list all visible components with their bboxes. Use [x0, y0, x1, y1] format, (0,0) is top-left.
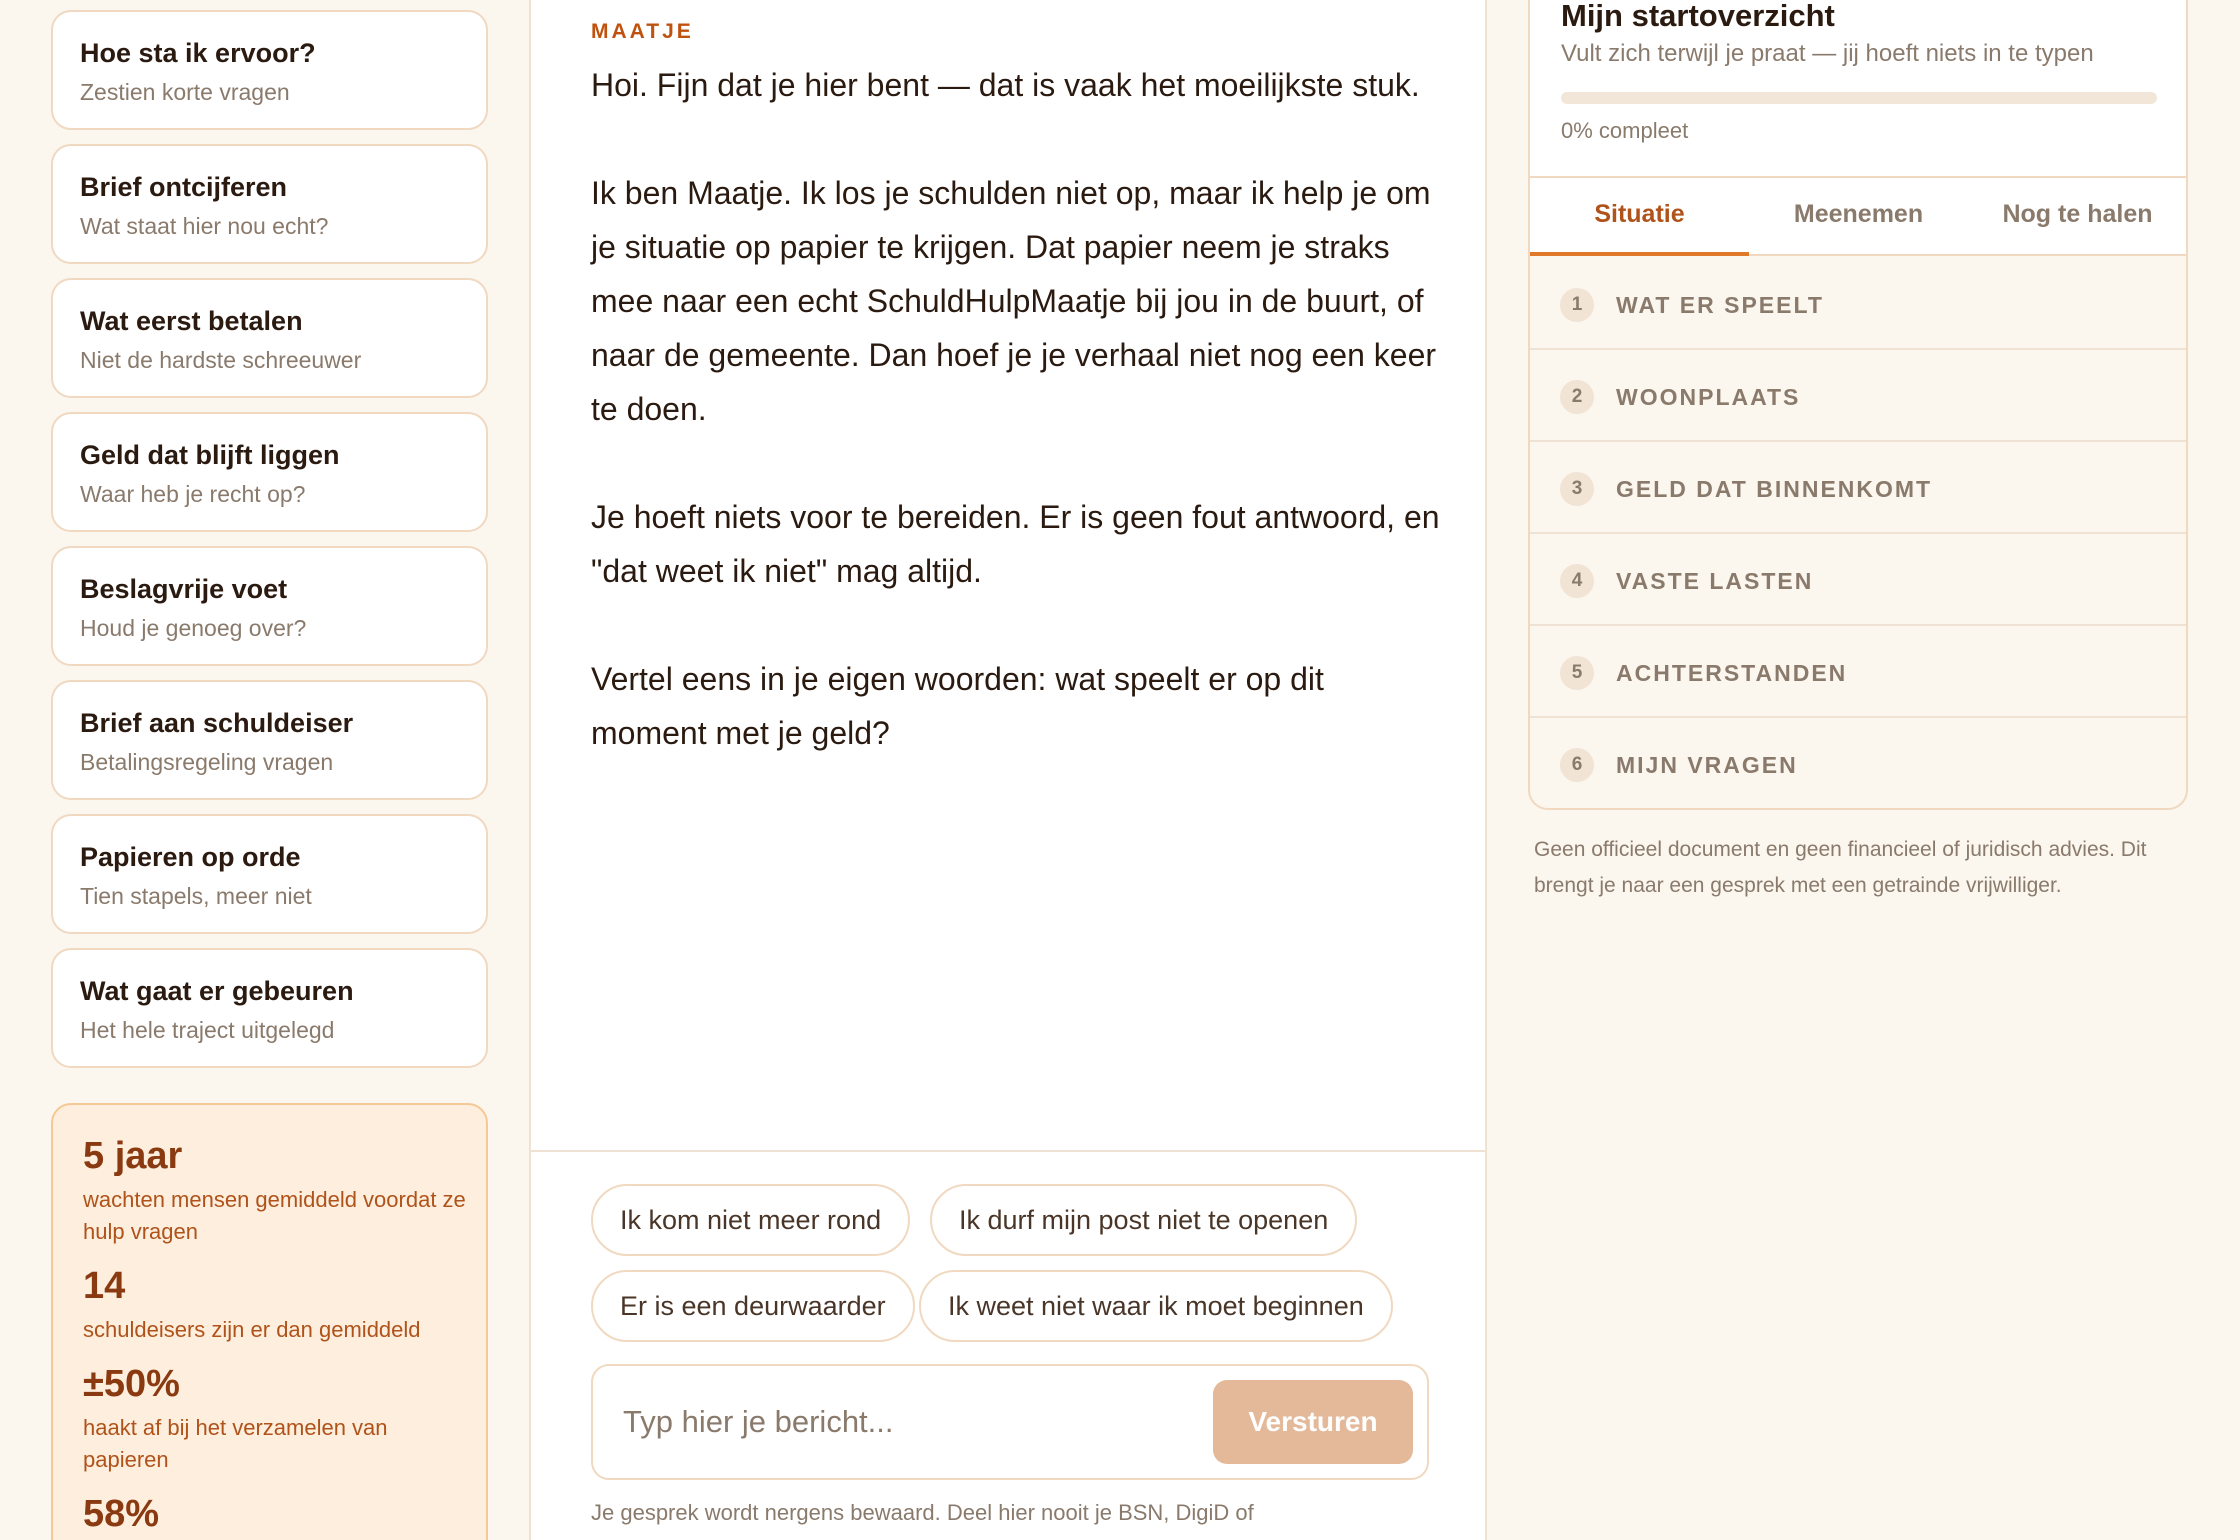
- message-sender: MAATJE: [591, 20, 694, 43]
- overview-title: Mijn startoverzicht: [1561, 0, 1835, 33]
- section-number: 2: [1560, 380, 1594, 414]
- tab-nog-te-halen[interactable]: Nog te halen: [1968, 178, 2187, 256]
- sidebar-item-title: Geld dat blijft liggen: [80, 440, 340, 470]
- sidebar-item-title: Wat eerst betalen: [80, 306, 303, 336]
- sidebar-item-subtitle: Tien stapels, meer niet: [80, 883, 312, 909]
- section-label: ACHTERSTANDEN: [1616, 660, 1848, 686]
- sidebar-item-subtitle: Houd je genoeg over?: [80, 615, 307, 641]
- stat-value: 58%: [83, 1493, 160, 1535]
- sidebar-item-subtitle: Waar heb je recht op?: [80, 481, 306, 507]
- section-row[interactable]: 6 MIJN VRAGEN: [1530, 718, 2186, 810]
- sidebar-item-beslagvrije-voet[interactable]: Beslagvrije voet Houd je genoeg over?: [51, 546, 488, 666]
- sidebar-item-title: Wat gaat er gebeuren: [80, 976, 354, 1006]
- sidebar-item-subtitle: Het hele traject uitgelegd: [80, 1017, 335, 1043]
- assistant-message: Hoi. Fijn dat je hier bent — dat is vaak…: [591, 58, 1441, 814]
- section-row[interactable]: 3 GELD DAT BINNENKOMT: [1530, 442, 2186, 534]
- section-number: 4: [1560, 564, 1594, 598]
- section-row[interactable]: 5 ACHTERSTANDEN: [1530, 626, 2186, 718]
- overview-box: Situatie Meenemen Nog te halen 1 WAT ER …: [1528, 176, 2188, 810]
- divider: [531, 1150, 1485, 1152]
- tab-situatie[interactable]: Situatie: [1530, 178, 1749, 256]
- section-label: VASTE LASTEN: [1616, 568, 1814, 594]
- suggestion-chip[interactable]: Ik weet niet waar ik moet beginnen: [919, 1270, 1393, 1342]
- sidebar-item-geld-dat-blijft-liggen[interactable]: Geld dat blijft liggen Waar heb je recht…: [51, 412, 488, 532]
- sidebar-item-brief-aan-schuldeiser[interactable]: Brief aan schuldeiser Betalingsregeling …: [51, 680, 488, 800]
- sidebar-item-wat-gaat-er-gebeuren[interactable]: Wat gaat er gebeuren Het hele traject ui…: [51, 948, 488, 1068]
- section-label: WAT ER SPEELT: [1616, 292, 1824, 318]
- stat-item: 14 schuldeisers zijn er dan gemiddeld: [83, 1265, 473, 1346]
- section-number: 5: [1560, 656, 1594, 690]
- section-row[interactable]: 1 WAT ER SPEELT: [1530, 258, 2186, 350]
- chat-panel: MAATJE Hoi. Fijn dat je hier bent — dat …: [529, 0, 1487, 1540]
- stat-label: schuldeisers zijn er dan gemiddeld: [83, 1317, 421, 1342]
- stat-item: 58%: [83, 1493, 159, 1536]
- sidebar-item-title: Papieren op orde: [80, 842, 301, 872]
- sidebar-item-subtitle: Niet de hardste schreeuwer: [80, 347, 362, 373]
- disclaimer: Geen officieel document en geen financie…: [1534, 838, 2147, 897]
- section-row[interactable]: 4 VASTE LASTEN: [1530, 534, 2186, 626]
- section-number: 1: [1560, 288, 1594, 322]
- tab-meenemen[interactable]: Meenemen: [1749, 178, 1968, 256]
- sidebar-item-hoe-sta-ik-ervoor[interactable]: Hoe sta ik ervoor? Zestien korte vragen: [51, 10, 488, 130]
- section-label: GELD DAT BINNENKOMT: [1616, 476, 1933, 502]
- message-composer: Versturen: [591, 1364, 1429, 1480]
- message-paragraph: Je hoeft niets voor te bereiden. Er is g…: [591, 499, 1440, 589]
- section-label: WOONPLAATS: [1616, 384, 1801, 410]
- suggestion-chip[interactable]: Ik kom niet meer rond: [591, 1184, 911, 1256]
- section-label: MIJN VRAGEN: [1616, 752, 1798, 778]
- stat-item: 5 jaar wachten mensen gemiddeld voordat …: [83, 1135, 473, 1248]
- message-paragraph: Ik ben Maatje. Ik los je schulden niet o…: [591, 175, 1437, 427]
- sidebar-item-title: Beslagvrije voet: [80, 574, 288, 604]
- section-row[interactable]: 2 WOONPLAATS: [1530, 350, 2186, 442]
- sidebar-item-subtitle: Betalingsregeling vragen: [80, 749, 334, 775]
- stat-value: ±50%: [83, 1363, 180, 1405]
- message-paragraph: Hoi. Fijn dat je hier bent — dat is vaak…: [591, 67, 1420, 103]
- send-button[interactable]: Versturen: [1213, 1380, 1413, 1464]
- stat-label: haakt af bij het verzamelen van papieren: [83, 1415, 388, 1472]
- sidebar-item-subtitle: Wat staat hier nou echt?: [80, 213, 329, 239]
- suggestion-chip[interactable]: Er is een deurwaarder: [591, 1270, 915, 1342]
- sidebar-item-papieren-op-orde[interactable]: Papieren op orde Tien stapels, meer niet: [51, 814, 488, 934]
- message-paragraph: Vertel eens in je eigen woorden: wat spe…: [591, 661, 1324, 751]
- suggestion-chip[interactable]: Ik durf mijn post niet te openen: [930, 1184, 1358, 1256]
- stat-value: 5 jaar: [83, 1135, 183, 1177]
- stat-label: wachten mensen gemiddeld voordat ze hulp…: [83, 1187, 466, 1244]
- message-input[interactable]: [623, 1394, 1183, 1450]
- progress-label: 0% compleet: [1561, 118, 1689, 143]
- tab-bar: Situatie Meenemen Nog te halen: [1530, 178, 2186, 256]
- sidebar-item-subtitle: Zestien korte vragen: [80, 79, 290, 105]
- section-number: 3: [1560, 472, 1594, 506]
- sidebar-item-brief-ontcijferen[interactable]: Brief ontcijferen Wat staat hier nou ech…: [51, 144, 488, 264]
- overview-subtitle: Vult zich terwijl je praat — jij hoeft n…: [1561, 40, 2094, 67]
- stat-value: 14: [83, 1265, 126, 1307]
- section-number: 6: [1560, 748, 1594, 782]
- sidebar-item-title: Brief aan schuldeiser: [80, 708, 354, 738]
- sidebar-item-title: Hoe sta ik ervoor?: [80, 38, 316, 68]
- sidebar-item-title: Brief ontcijferen: [80, 172, 288, 202]
- privacy-note: Je gesprek wordt nergens bewaard. Deel h…: [591, 1500, 1254, 1525]
- overview-header: Mijn startoverzicht Vult zich terwijl je…: [1528, 0, 2188, 178]
- sidebar-item-wat-eerst-betalen[interactable]: Wat eerst betalen Niet de hardste schree…: [51, 278, 488, 398]
- progress-bar: [1561, 92, 2157, 104]
- stat-item: ±50% haakt af bij het verzamelen van pap…: [83, 1363, 473, 1476]
- stats-panel: 5 jaar wachten mensen gemiddeld voordat …: [51, 1103, 488, 1540]
